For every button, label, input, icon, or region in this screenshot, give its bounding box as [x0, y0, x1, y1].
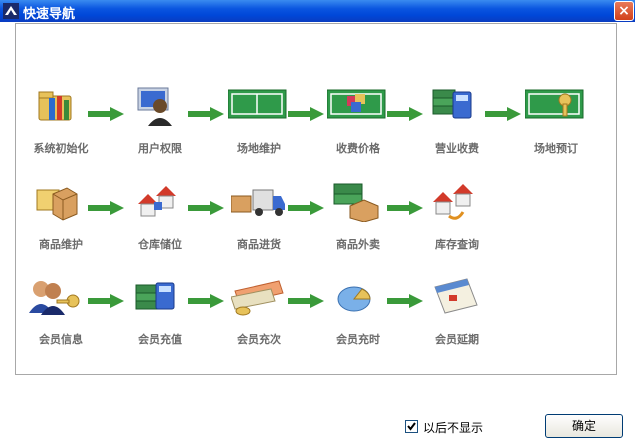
- nav-member-extension[interactable]: 会员延期: [417, 277, 497, 357]
- nav-member-recharge[interactable]: 会员充值: [120, 277, 200, 357]
- nav-label: 营业收费: [435, 142, 479, 155]
- app-icon: [3, 3, 19, 19]
- nav-label: 会员延期: [435, 333, 479, 346]
- calendar-icon: [434, 278, 478, 314]
- truck-delivery-icon: [231, 189, 285, 216]
- dont-show-label: 以后不显示: [423, 421, 484, 435]
- system-init-icon: [38, 91, 72, 121]
- nav-stock-query[interactable]: 库存查询: [417, 182, 497, 262]
- nav-user-permission[interactable]: 用户权限: [120, 86, 200, 166]
- nav-member-count-recharge[interactable]: 会员充次: [219, 277, 299, 357]
- nav-label: 仓库储位: [138, 238, 182, 251]
- nav-fee-price[interactable]: 收费价格: [318, 86, 398, 166]
- money-box-icon: [333, 183, 379, 222]
- nav-label: 会员充次: [237, 333, 281, 346]
- warehouse-houses-icon: [138, 186, 176, 217]
- nav-label: 收费价格: [336, 142, 380, 155]
- nav-product-sale[interactable]: 商品外卖: [318, 182, 398, 262]
- nav-venue-maintenance[interactable]: 场地维护: [219, 86, 299, 166]
- user-permission-icon: [137, 87, 172, 126]
- nav-label: 库存查询: [435, 238, 479, 251]
- ok-button[interactable]: 确定: [545, 414, 623, 438]
- nav-warehouse-location[interactable]: 仓库储位: [120, 182, 200, 262]
- dont-show-checkbox[interactable]: [405, 420, 418, 433]
- nav-label: 场地维护: [237, 142, 281, 155]
- nav-label: 系统初始化: [33, 142, 89, 155]
- nav-label: 用户权限: [138, 142, 182, 155]
- stock-houses-icon: [433, 184, 473, 220]
- nav-product-maintenance[interactable]: 商品维护: [21, 182, 101, 262]
- close-button[interactable]: ×: [614, 1, 634, 21]
- members-key-icon: [29, 281, 80, 315]
- arrow-right-icon: [88, 201, 124, 215]
- nav-business-charge[interactable]: 营业收费: [417, 86, 497, 166]
- arrow-right-icon: [88, 294, 124, 308]
- nav-member-time-recharge[interactable]: 会员充时: [318, 277, 398, 357]
- checkmark-icon: [407, 422, 416, 431]
- navigation-panel: 系统初始化 用户权限 场地维护 收费价格 营业收费 场地预订 商品维护 仓库储位…: [15, 23, 617, 375]
- nav-product-purchase[interactable]: 商品进货: [219, 182, 299, 262]
- window-title: 快速导航: [23, 7, 76, 22]
- product-folder-icon: [36, 187, 78, 221]
- nav-venue-booking[interactable]: 场地预订: [516, 86, 596, 166]
- court-icon: [228, 89, 287, 119]
- nav-label: 会员充时: [336, 333, 380, 346]
- nav-member-info[interactable]: 会员信息: [21, 277, 101, 357]
- nav-label: 会员信息: [39, 333, 83, 346]
- nav-label: 场地预订: [534, 142, 578, 155]
- nav-system-init[interactable]: 系统初始化: [21, 86, 101, 166]
- nav-label: 商品维护: [39, 238, 83, 251]
- arrow-right-icon: [88, 107, 124, 121]
- recharge-money-icon: [135, 282, 175, 310]
- close-icon: ×: [618, 3, 630, 19]
- price-court-icon: [327, 89, 386, 119]
- ticket-coins-icon: [231, 280, 284, 316]
- court-booking-icon: [525, 89, 584, 119]
- nav-label: 商品外卖: [336, 238, 380, 251]
- nav-label: 商品进货: [237, 238, 281, 251]
- money-calculator-icon: [432, 89, 472, 119]
- pie-chart-icon: [337, 286, 371, 312]
- title-bar: 快速导航 ×: [0, 0, 635, 22]
- nav-label: 会员充值: [138, 333, 182, 346]
